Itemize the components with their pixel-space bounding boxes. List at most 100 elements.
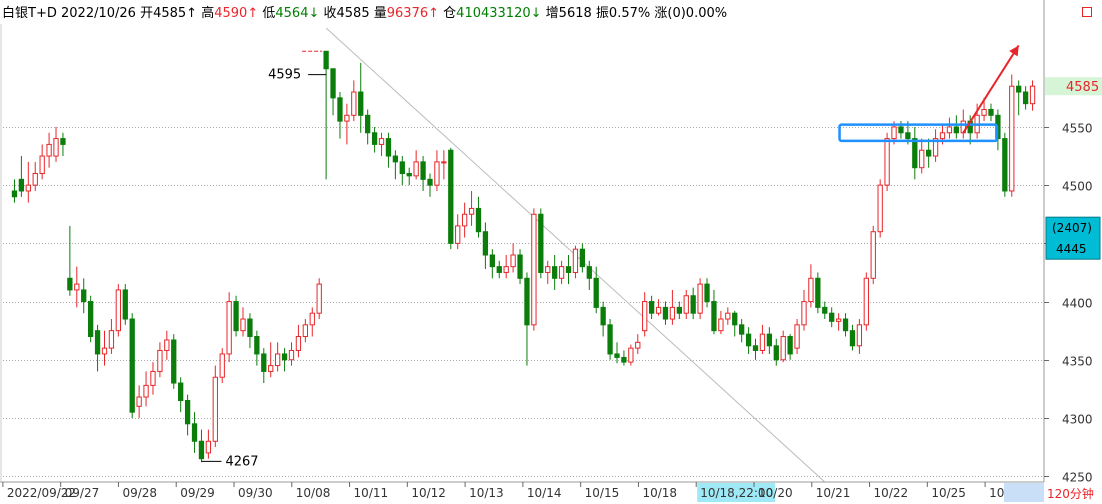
candle-body xyxy=(718,318,724,332)
y-tick-label: 4350 xyxy=(1062,355,1093,369)
increase-value: 5618 xyxy=(558,6,592,21)
candle-body xyxy=(337,97,343,122)
candle-body xyxy=(427,178,433,186)
timeframe-box xyxy=(1004,483,1044,502)
candle-body xyxy=(531,213,537,326)
candle-body xyxy=(711,301,717,332)
open-value: 4585↑ xyxy=(153,6,198,21)
candle-body xyxy=(295,335,302,351)
candle-body xyxy=(129,318,135,413)
candle-body xyxy=(835,318,842,322)
cursor-price-label: 4445 xyxy=(1056,242,1087,256)
candle-body xyxy=(365,114,371,134)
candle-body xyxy=(600,306,606,326)
candle-body xyxy=(926,149,932,157)
candle-body xyxy=(829,312,835,322)
candle-body xyxy=(794,324,800,349)
candle-body xyxy=(448,149,454,244)
close-label: 收 xyxy=(323,6,337,21)
candle-body xyxy=(455,225,461,244)
candle-body xyxy=(815,277,821,308)
candle-body xyxy=(898,126,904,134)
candle-body xyxy=(745,333,752,347)
candle-body xyxy=(690,295,696,314)
quote-date: 2022/10/26 xyxy=(61,6,136,21)
candle-body xyxy=(164,339,170,351)
close-value: 4585 xyxy=(336,6,370,21)
candle-body xyxy=(420,161,426,180)
candle-body xyxy=(981,108,987,116)
candle-body xyxy=(648,301,655,314)
open-label: 开 xyxy=(140,6,154,21)
x-tick-label: 10/22 xyxy=(874,486,909,500)
y-tick-label: 4300 xyxy=(1062,413,1093,427)
candle-body xyxy=(268,365,274,372)
candle-body xyxy=(323,50,329,70)
candle-body xyxy=(351,91,357,116)
candle-body xyxy=(545,266,551,273)
candle-body xyxy=(1022,91,1029,105)
candle-body xyxy=(25,184,31,192)
candle-body xyxy=(101,347,108,355)
candle-body xyxy=(842,318,849,332)
candlestick-chart[interactable]: 45954267 4250430043504400445045004550202… xyxy=(0,0,1102,504)
candle-body xyxy=(579,248,586,268)
low-annotation-label: 4267 xyxy=(225,454,258,469)
candle-body xyxy=(482,231,489,256)
candle-body xyxy=(39,155,45,175)
candle-body xyxy=(877,184,883,233)
candle-body xyxy=(157,349,163,372)
x-tick-label: 10/21 xyxy=(816,486,851,500)
candle-body xyxy=(18,178,25,192)
candle-body xyxy=(205,440,212,454)
candle-body xyxy=(704,283,710,303)
x-tick-label: 10/08 xyxy=(296,486,331,500)
candle-body xyxy=(759,333,766,351)
high-annotation-label: 4595 xyxy=(268,68,301,83)
candle-body xyxy=(884,138,890,186)
low-value: 4564↓ xyxy=(275,6,320,21)
candle-body xyxy=(572,248,579,273)
candle-body xyxy=(136,396,142,407)
change-label: 涨(0) xyxy=(654,6,686,21)
candle-body xyxy=(676,306,682,314)
candle-body xyxy=(468,207,475,215)
candle-body xyxy=(538,213,544,273)
increase-label: 增 xyxy=(545,6,559,21)
candle-body xyxy=(939,132,946,140)
candle-body xyxy=(53,138,59,157)
candle-body xyxy=(607,324,613,355)
candle-body xyxy=(891,126,897,140)
candle-body xyxy=(392,155,399,163)
quote-header: 白银T+D 2022/10/26 开4585↑ 高4590↑ 低4564↓ 收4… xyxy=(0,0,1046,28)
candle-body xyxy=(635,341,641,349)
candle-body xyxy=(302,324,308,337)
x-tick-label: 10/14 xyxy=(527,486,562,500)
candle-body xyxy=(261,353,267,372)
candle-body xyxy=(919,149,925,169)
candle-body xyxy=(558,266,565,279)
candle-body xyxy=(953,126,960,134)
maximize-icon[interactable] xyxy=(1082,7,1092,17)
candle-body xyxy=(316,283,322,314)
candle-body xyxy=(191,423,198,442)
candle-body xyxy=(281,353,288,361)
candle-body xyxy=(60,138,66,145)
candle-body xyxy=(67,277,73,291)
candle-body xyxy=(274,353,281,367)
candle-body xyxy=(787,335,793,355)
x-tick-label: 10/25 xyxy=(931,486,966,500)
amplitude-value: 0.57% xyxy=(608,6,651,21)
candle-body xyxy=(32,173,38,186)
candle-body xyxy=(247,318,253,337)
candle-body xyxy=(912,138,918,169)
candle-body xyxy=(399,161,405,175)
high-label: 高 xyxy=(201,6,215,21)
candle-body xyxy=(510,254,516,268)
x-tick-label: 10/18 xyxy=(642,486,677,500)
candle-body xyxy=(697,283,703,314)
x-tick-label: 10/15 xyxy=(585,486,620,500)
candle-body xyxy=(565,266,572,273)
amplitude-label: 振 xyxy=(595,6,609,21)
candle-body xyxy=(524,277,530,326)
